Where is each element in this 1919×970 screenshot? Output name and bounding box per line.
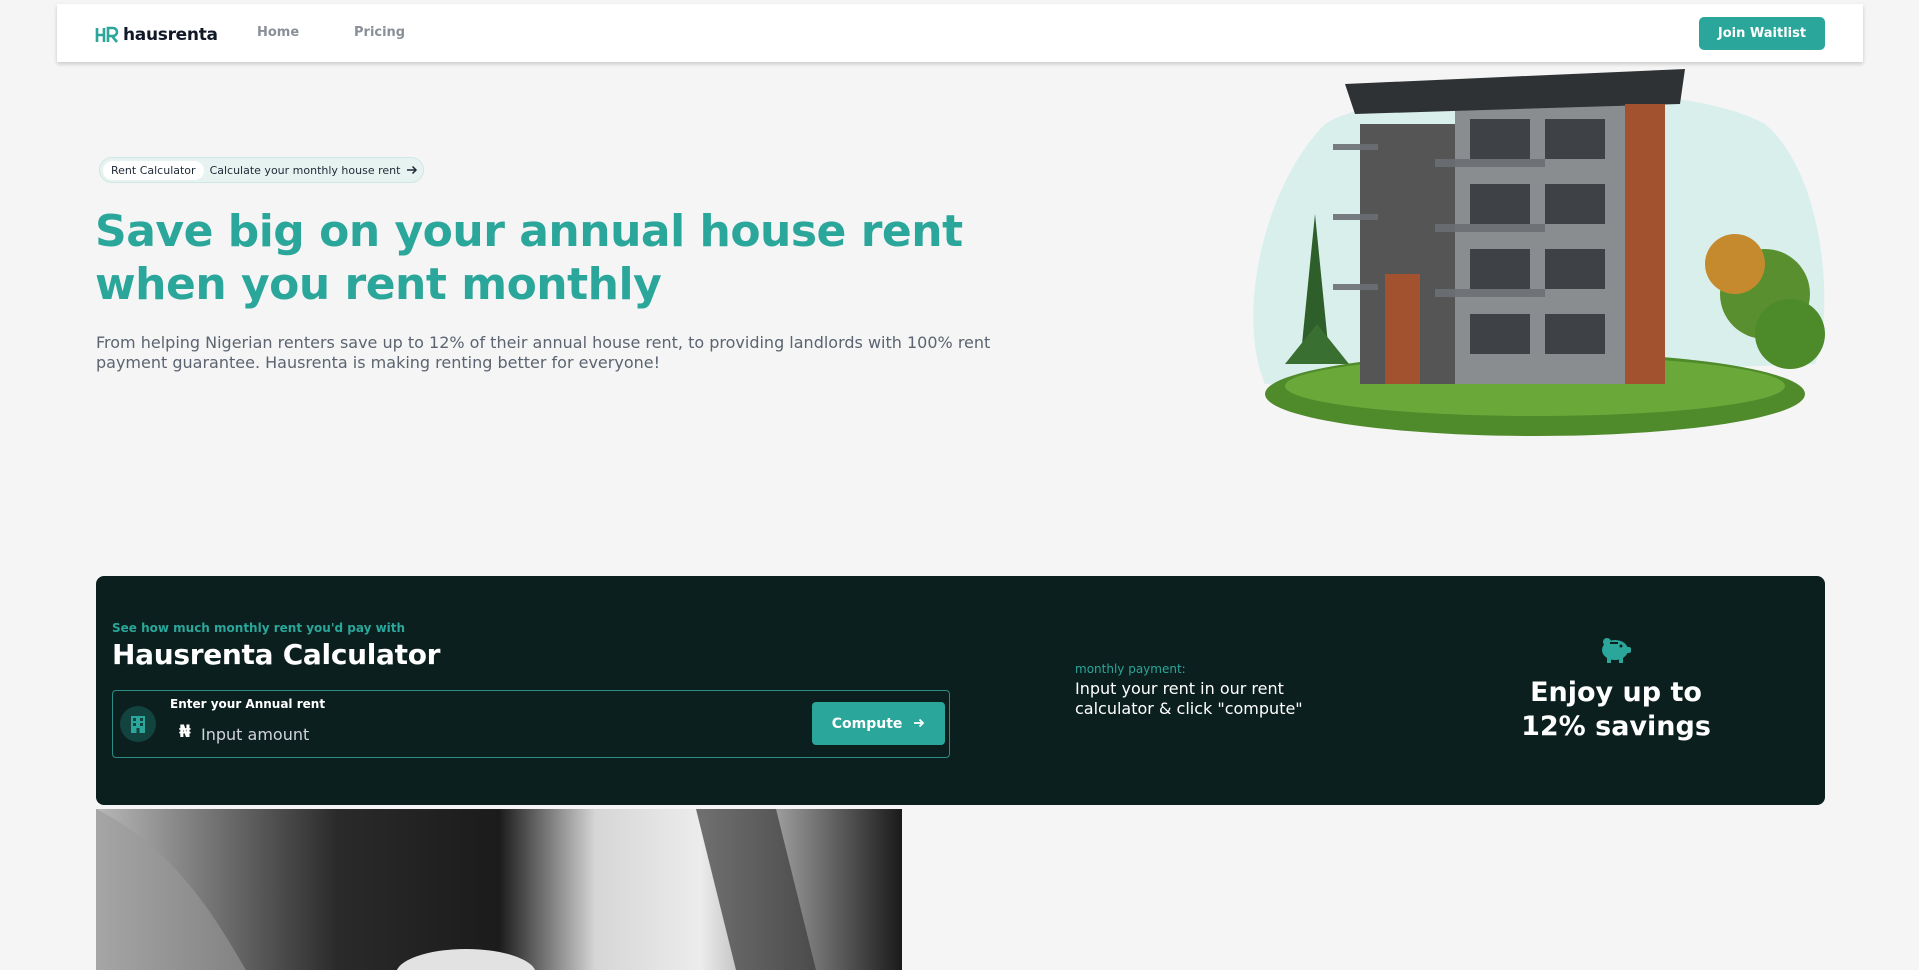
calculator-title: Hausrenta Calculator — [112, 638, 441, 671]
top-navbar: hausrenta Home Pricing Join Waitlist — [57, 4, 1863, 62]
calculator-section: See how much monthly rent you'd pay with… — [96, 576, 1825, 805]
join-waitlist-button[interactable]: Join Waitlist — [1699, 17, 1825, 50]
arrow-right-icon — [914, 718, 925, 727]
compute-button[interactable]: Compute — [812, 702, 945, 745]
apartment-building-illustration — [1253, 69, 1825, 436]
compute-label: Compute — [831, 715, 903, 732]
nav-link-home[interactable]: Home — [257, 25, 299, 40]
hero-title: Save big on your annual house rent when … — [95, 206, 963, 310]
building-icon — [120, 706, 156, 742]
piggy-bank-icon — [1602, 638, 1631, 663]
rent-input-box: Enter your Annual rent ₦ Compute — [112, 690, 950, 758]
calculator-kicker: See how much monthly rent you'd pay with — [112, 621, 406, 635]
annual-rent-label: Enter your Annual rent — [170, 697, 326, 711]
monthly-payment-label: monthly payment: — [1075, 662, 1186, 676]
brand-name: hausrenta — [123, 25, 218, 45]
currency-symbol: ₦ — [179, 722, 191, 742]
pill-text: Calculate your monthly house rent — [209, 163, 401, 177]
arrow-right-icon — [407, 165, 418, 175]
renter-photo — [96, 809, 902, 970]
logo-mark-icon — [95, 26, 119, 43]
nav-link-pricing[interactable]: Pricing — [354, 25, 405, 40]
pill-tag: Rent Calculator — [103, 160, 204, 180]
monthly-payment-text: Input your rent in our rent calculator &… — [1075, 679, 1303, 718]
rent-calculator-pill[interactable]: Rent Calculator Calculate your monthly h… — [99, 157, 425, 183]
hero-subtitle: From helping Nigerian renters save up to… — [96, 333, 991, 372]
savings-highlight: Enjoy up to 12% savings — [1521, 677, 1711, 742]
brand-logo[interactable]: hausrenta — [95, 24, 218, 46]
annual-rent-input[interactable] — [199, 720, 663, 748]
